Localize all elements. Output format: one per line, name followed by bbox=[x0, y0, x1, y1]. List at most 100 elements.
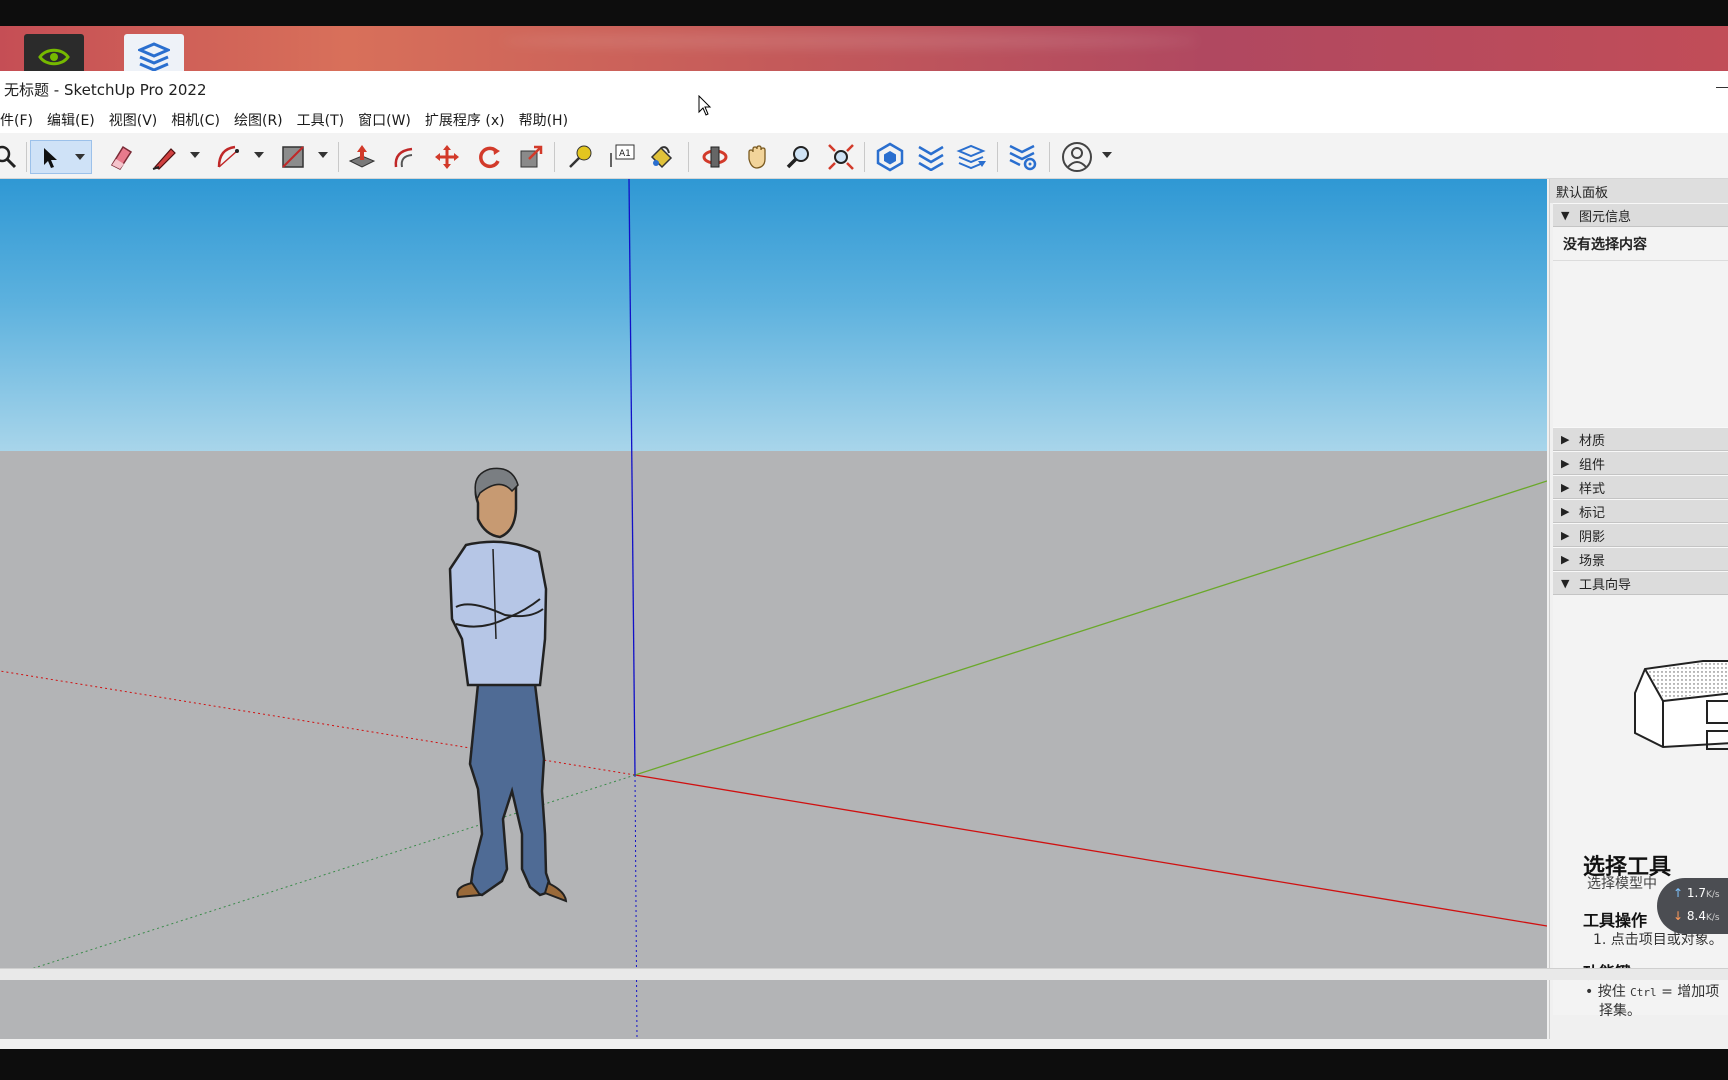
menu-window[interactable]: 窗口(W) bbox=[351, 110, 418, 130]
push-pull-icon[interactable] bbox=[345, 140, 379, 174]
modifier-keys-wrap: 择集。 bbox=[1599, 1003, 1641, 1019]
toolbar-separator bbox=[864, 142, 865, 172]
menu-edit[interactable]: 编辑(E) bbox=[40, 110, 102, 130]
chevron-down-icon[interactable] bbox=[75, 154, 85, 160]
download-speed: 8.4 bbox=[1686, 909, 1706, 923]
tool-description: 选择模型中 bbox=[1587, 876, 1657, 892]
menu-tools[interactable]: 工具(T) bbox=[290, 110, 351, 130]
main-toolbar: A1 bbox=[0, 133, 1728, 179]
offset-icon[interactable] bbox=[387, 140, 421, 174]
section-entity-info[interactable]: ▼ 图元信息 bbox=[1553, 203, 1728, 227]
drawing-viewport[interactable] bbox=[0, 179, 1547, 1039]
eraser-icon[interactable] bbox=[103, 140, 137, 174]
extension-manager-icon[interactable] bbox=[1006, 140, 1040, 174]
chevron-down-icon[interactable] bbox=[318, 152, 328, 158]
section-tags[interactable]: ▶ 标记 bbox=[1553, 499, 1728, 523]
chevron-down-icon[interactable] bbox=[254, 152, 264, 158]
chevron-down-icon[interactable] bbox=[1102, 152, 1112, 158]
desktop-background bbox=[0, 26, 1728, 71]
instructor-body: 选择工具 选择模型中 工具操作 1. 点击项目或对象。 功能键 • 按住 Ctr… bbox=[1553, 595, 1728, 1019]
section-styles[interactable]: ▶ 样式 bbox=[1553, 475, 1728, 499]
chevron-down-icon[interactable] bbox=[190, 152, 200, 158]
pencil-icon[interactable] bbox=[148, 140, 182, 174]
blue-axis bbox=[628, 179, 636, 776]
expanded-triangle-icon: ▼ bbox=[1561, 208, 1570, 222]
extension-warehouse-icon[interactable] bbox=[914, 140, 948, 174]
section-label: 工具向导 bbox=[1579, 577, 1632, 593]
menu-view[interactable]: 视图(V) bbox=[102, 110, 165, 130]
modifier-prefix: • 按住 bbox=[1585, 984, 1626, 1000]
upload-arrow-icon: ↑ bbox=[1673, 886, 1684, 900]
section-scenes[interactable]: ▶ 场景 bbox=[1553, 547, 1728, 571]
nvidia-desktop-icon[interactable] bbox=[24, 34, 84, 71]
app-desktop-icon[interactable] bbox=[124, 34, 184, 71]
menu-help[interactable]: 帮助(H) bbox=[512, 110, 575, 130]
section-label: 组件 bbox=[1579, 457, 1606, 473]
upload-unit: K/s bbox=[1705, 890, 1720, 900]
3d-warehouse-icon[interactable] bbox=[873, 140, 907, 174]
section-instructor[interactable]: ▼ 工具向导 bbox=[1553, 571, 1728, 595]
text-icon[interactable]: A1 bbox=[605, 140, 639, 174]
modifier-keys-item: • 按住 Ctrl = 增加项 bbox=[1585, 981, 1719, 1001]
collapsed-triangle-icon: ▶ bbox=[1561, 480, 1570, 494]
orbit-icon[interactable] bbox=[698, 140, 732, 174]
text-tool-glyph: A1 bbox=[619, 149, 631, 159]
rotate-icon[interactable] bbox=[472, 140, 506, 174]
toolbar-separator bbox=[26, 142, 27, 172]
section-shadows[interactable]: ▶ 阴影 bbox=[1553, 523, 1728, 547]
section-label: 图元信息 bbox=[1579, 209, 1632, 225]
collapsed-triangle-icon: ▶ bbox=[1561, 552, 1570, 566]
download-unit: K/s bbox=[1705, 913, 1720, 923]
tape-measure-icon[interactable] bbox=[563, 140, 597, 174]
section-components[interactable]: ▶ 组件 bbox=[1553, 451, 1728, 475]
toolbar-separator bbox=[997, 142, 998, 172]
upload-speed: 1.7 bbox=[1686, 886, 1706, 900]
section-label: 材质 bbox=[1579, 433, 1606, 449]
account-icon[interactable] bbox=[1060, 140, 1094, 174]
title-bar: 无标题 - SketchUp Pro 2022 bbox=[0, 71, 1728, 107]
arc-icon[interactable] bbox=[212, 140, 246, 174]
zoom-tool-icon[interactable] bbox=[782, 140, 816, 174]
modifier-suffix: = 增加项 bbox=[1661, 984, 1720, 1000]
menu-camera[interactable]: 相机(C) bbox=[164, 110, 227, 130]
zoom-icon[interactable] bbox=[0, 140, 22, 174]
section-label: 阴影 bbox=[1579, 529, 1606, 545]
collapsed-triangle-icon: ▶ bbox=[1561, 432, 1570, 446]
section-label: 标记 bbox=[1579, 505, 1606, 521]
section-label: 样式 bbox=[1579, 481, 1606, 497]
network-speed-widget[interactable]: ↑ 1.7K/s ↓ 8.4K/s bbox=[1657, 878, 1728, 934]
pan-icon[interactable] bbox=[740, 140, 774, 174]
entity-info-body: 没有选择内容 bbox=[1553, 227, 1728, 427]
menu-draw[interactable]: 绘图(R) bbox=[227, 110, 290, 130]
axes-overlay bbox=[0, 179, 1547, 1039]
select-icon bbox=[41, 146, 61, 174]
move-icon[interactable] bbox=[430, 140, 464, 174]
rectangle-icon[interactable] bbox=[276, 140, 310, 174]
toolbar-separator bbox=[1049, 142, 1050, 172]
mouse-cursor-icon bbox=[698, 95, 712, 116]
blue-axis-negative bbox=[634, 774, 638, 1039]
toolbar-separator bbox=[554, 142, 555, 172]
collapsed-triangle-icon: ▶ bbox=[1561, 504, 1570, 518]
paint-bucket-icon[interactable] bbox=[645, 140, 679, 174]
window-title: 无标题 - SketchUp Pro 2022 bbox=[4, 80, 207, 99]
modifier-key: Ctrl bbox=[1630, 986, 1657, 999]
collapsed-triangle-icon: ▶ bbox=[1561, 528, 1570, 542]
expanded-triangle-icon: ▼ bbox=[1561, 576, 1570, 590]
section-label: 场景 bbox=[1579, 553, 1606, 569]
layout-icon[interactable] bbox=[955, 140, 989, 174]
toolbar-separator bbox=[688, 142, 689, 172]
select-tool-button[interactable] bbox=[30, 140, 92, 174]
menu-file[interactable]: 件(F) bbox=[0, 110, 40, 130]
toolbar-separator bbox=[338, 142, 339, 172]
download-arrow-icon: ↓ bbox=[1673, 909, 1684, 923]
red-axis bbox=[634, 774, 1547, 927]
scale-figure[interactable] bbox=[448, 467, 568, 903]
section-materials[interactable]: ▶ 材质 bbox=[1553, 427, 1728, 451]
menu-extensions[interactable]: 扩展程序 (x) bbox=[418, 110, 512, 130]
zoom-extents-icon[interactable] bbox=[824, 140, 858, 174]
scale-icon[interactable] bbox=[514, 140, 548, 174]
minimize-button[interactable] bbox=[1716, 77, 1728, 97]
tray-title: 默认面板 bbox=[1550, 179, 1728, 203]
status-bar bbox=[0, 968, 1728, 980]
